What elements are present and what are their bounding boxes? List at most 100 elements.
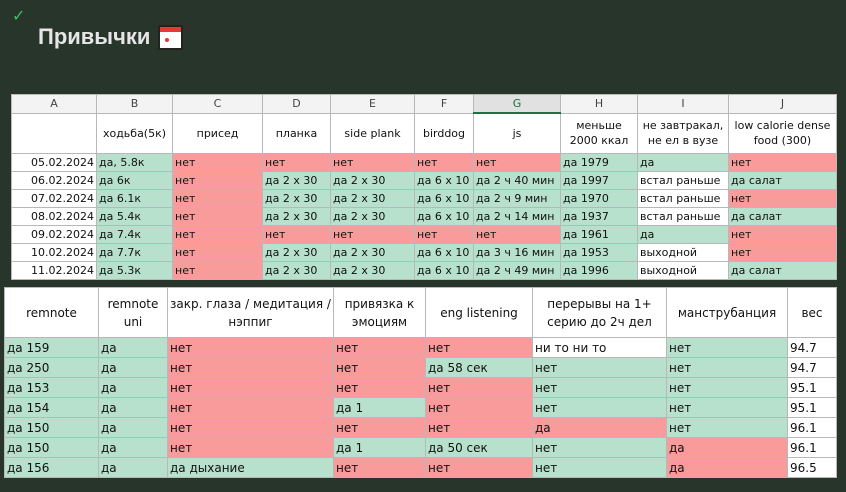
column-header-d[interactable]: D [262, 94, 331, 114]
table-cell[interactable]: да 1996 [560, 261, 638, 280]
table-cell[interactable]: да 2 x 30 [330, 243, 415, 262]
header-cell[interactable]: js [473, 112, 561, 154]
table-cell[interactable]: нет [666, 357, 788, 378]
header-cell[interactable]: ходьба(5к) [96, 112, 173, 154]
table-cell[interactable]: нет [172, 243, 263, 262]
date-cell[interactable]: 07.02.2024 [11, 189, 97, 208]
column-header-b[interactable]: B [96, 94, 173, 114]
header-cell[interactable]: remnote [4, 287, 99, 338]
table-cell[interactable]: нет [666, 397, 788, 418]
table-cell[interactable]: да [98, 397, 168, 418]
table-cell[interactable]: нет [333, 357, 426, 378]
table-cell[interactable]: нет [167, 337, 334, 358]
table-cell[interactable]: нет [167, 357, 334, 378]
table-cell[interactable]: выходной [637, 243, 729, 262]
table-cell[interactable]: нет [425, 397, 533, 418]
table-cell[interactable]: 96.1 [787, 437, 837, 458]
table-cell[interactable]: встал раньше [637, 207, 729, 226]
header-cell[interactable]: не завтракал, не ел в вузе [637, 112, 729, 154]
header-cell[interactable]: вес [787, 287, 837, 338]
table-cell[interactable]: нет [172, 153, 263, 172]
table-cell[interactable]: да 2 x 30 [262, 189, 331, 208]
table-cell[interactable]: нет [532, 457, 667, 478]
table-cell[interactable]: да [98, 417, 168, 438]
date-cell[interactable]: 05.02.2024 [11, 153, 97, 172]
column-header-a[interactable]: A [11, 94, 97, 114]
header-cell[interactable] [11, 112, 97, 154]
table-cell[interactable]: да [98, 437, 168, 458]
table-cell[interactable]: да 5.4к [96, 207, 173, 226]
table-cell[interactable]: да 3 ч 16 мин [473, 243, 561, 262]
table-cell[interactable]: нет [167, 377, 334, 398]
table-cell[interactable]: да 5.3к [96, 261, 173, 280]
table-cell[interactable]: да 2 ч 14 мин [473, 207, 561, 226]
table-cell[interactable]: да 1979 [560, 153, 638, 172]
column-header-e[interactable]: E [330, 94, 415, 114]
table-cell[interactable]: нет [728, 153, 837, 172]
table-cell[interactable]: нет [330, 153, 415, 172]
table-cell[interactable]: да 150 [4, 417, 99, 438]
date-cell[interactable]: 11.02.2024 [11, 261, 97, 280]
table-cell[interactable]: да 7.4к [96, 225, 173, 244]
table-cell[interactable]: нет [425, 417, 533, 438]
table-cell[interactable]: нет [333, 337, 426, 358]
header-cell[interactable]: remnote uni [98, 287, 168, 338]
table-cell[interactable]: нет [425, 377, 533, 398]
table-cell[interactable]: нет [473, 153, 561, 172]
table-cell[interactable]: да 250 [4, 357, 99, 378]
table-cell[interactable]: да 6к [96, 171, 173, 190]
table-cell[interactable]: нет [330, 225, 415, 244]
table-cell[interactable]: да салат [728, 261, 837, 280]
table-cell[interactable]: 96.1 [787, 417, 837, 438]
table-cell[interactable]: нет [262, 225, 331, 244]
table-cell[interactable]: да 2 ч 40 мин [473, 171, 561, 190]
table-cell[interactable]: нет [425, 337, 533, 358]
table-cell[interactable]: нет [167, 437, 334, 458]
table-cell[interactable]: да 154 [4, 397, 99, 418]
date-cell[interactable]: 10.02.2024 [11, 243, 97, 262]
table-cell[interactable]: нет [425, 457, 533, 478]
date-cell[interactable]: 08.02.2024 [11, 207, 97, 226]
table-cell[interactable]: да 6 x 10 [414, 189, 474, 208]
table-cell[interactable]: да [666, 457, 788, 478]
table-cell[interactable]: да 2 x 30 [262, 261, 331, 280]
table-cell[interactable]: да 2 x 30 [330, 189, 415, 208]
table-cell[interactable]: 94.7 [787, 357, 837, 378]
table-cell[interactable]: нет [532, 437, 667, 458]
table-cell[interactable]: нет [473, 225, 561, 244]
table-cell[interactable]: нет [167, 417, 334, 438]
table-cell[interactable]: нет [666, 417, 788, 438]
table-cell[interactable]: 96.5 [787, 457, 837, 478]
header-cell[interactable]: birddog [414, 112, 474, 154]
table-cell[interactable]: нет [666, 377, 788, 398]
table-cell[interactable]: да [98, 457, 168, 478]
header-cell[interactable]: привязка к эмоциям [333, 287, 426, 338]
table-cell[interactable]: да 58 сек [425, 357, 533, 378]
header-cell[interactable]: манструбанция [666, 287, 788, 338]
header-cell[interactable]: закр. глаза / медитация / нэппиг [167, 287, 334, 338]
table-cell[interactable]: нет [666, 337, 788, 358]
table-cell[interactable]: встал раньше [637, 189, 729, 208]
table-cell[interactable]: да [98, 377, 168, 398]
header-cell[interactable]: присед [172, 112, 263, 154]
table-cell[interactable]: нет [728, 225, 837, 244]
table-cell[interactable]: нет [333, 457, 426, 478]
header-cell[interactable]: планка [262, 112, 331, 154]
table-cell[interactable]: ни то ни то [532, 337, 667, 358]
table-cell[interactable]: да 1961 [560, 225, 638, 244]
column-header-f[interactable]: F [414, 94, 474, 114]
table-cell[interactable]: нет [172, 171, 263, 190]
date-cell[interactable]: 09.02.2024 [11, 225, 97, 244]
column-header-g[interactable]: G [473, 94, 561, 114]
table-cell[interactable]: нет [333, 377, 426, 398]
header-cell[interactable]: перерывы на 1+ серию до 2ч дел [532, 287, 667, 338]
table-cell[interactable]: да 1 [333, 397, 426, 418]
table-cell[interactable]: да 7.7к [96, 243, 173, 262]
table-cell[interactable]: да 2 ч 49 мин [473, 261, 561, 280]
table-cell[interactable]: да 2 ч 9 мин [473, 189, 561, 208]
table-cell[interactable]: да [98, 337, 168, 358]
table-cell[interactable]: нет [728, 189, 837, 208]
table-cell[interactable]: да 2 x 30 [330, 171, 415, 190]
table-cell[interactable]: нет [167, 397, 334, 418]
table-cell[interactable]: нет [262, 153, 331, 172]
